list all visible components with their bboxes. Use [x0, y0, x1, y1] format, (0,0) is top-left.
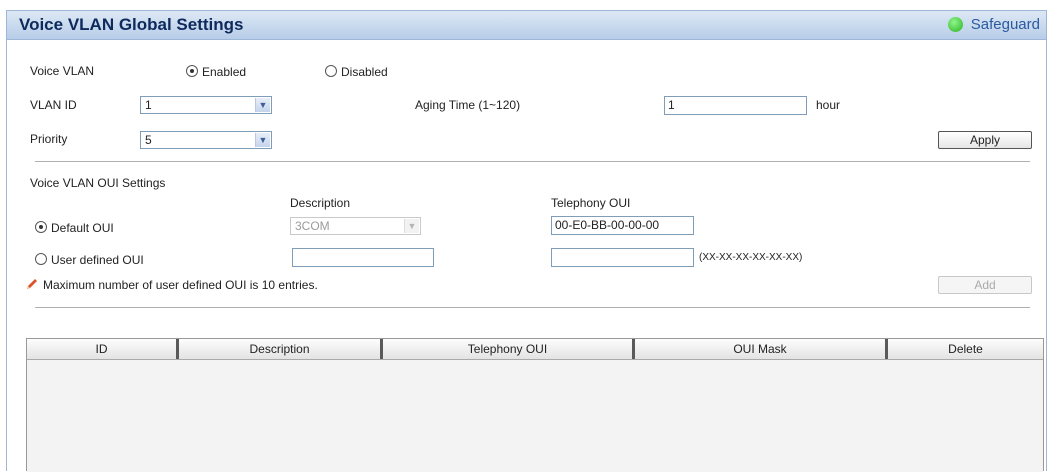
vlan-id-label: VLAN ID: [30, 98, 77, 112]
chevron-down-icon: ▼: [255, 98, 270, 112]
radio-unselected-icon: [35, 253, 47, 265]
table-body: [27, 360, 1043, 472]
oui-telephony-header: Telephony OUI: [551, 196, 631, 210]
default-description-value: 3COM: [295, 219, 330, 233]
aging-time-unit: hour: [816, 98, 841, 112]
priority-value: 5: [145, 133, 152, 147]
oui-section-label: Voice VLAN OUI Settings: [30, 176, 166, 190]
divider: [35, 161, 1030, 163]
table-header: ID Description Telephony OUI OUI Mask De…: [27, 339, 1043, 360]
voice-vlan-label: Voice VLAN: [30, 64, 95, 78]
default-oui-radio[interactable]: Default OUI: [35, 221, 114, 235]
oui-limit-note: Maximum number of user defined OUI is 10…: [43, 278, 318, 292]
user-defined-oui-label: User defined OUI: [51, 253, 144, 267]
oui-table: ID Description Telephony OUI OUI Mask De…: [26, 338, 1044, 472]
user-telephony-input[interactable]: [551, 248, 694, 267]
safeguard-label: Safeguard: [970, 16, 1040, 33]
safeguard-status-icon: [947, 17, 963, 32]
aging-time-value: 1: [668, 98, 675, 112]
enabled-label: Enabled: [202, 65, 247, 79]
voice-vlan-disabled-radio[interactable]: Disabled: [325, 65, 388, 79]
add-button[interactable]: Add: [938, 276, 1032, 294]
column-header-description: Description: [179, 339, 383, 359]
chevron-down-icon: ▼: [255, 133, 270, 147]
user-description-input[interactable]: [292, 248, 434, 267]
radio-selected-icon: [35, 221, 47, 233]
priority-select[interactable]: 5 ▼: [140, 131, 272, 149]
safeguard-indicator[interactable]: Safeguard: [947, 16, 1040, 33]
oui-format-hint: (XX-XX-XX-XX-XX-XX): [699, 252, 803, 263]
aging-time-label: Aging Time (1~120): [415, 98, 521, 112]
default-description-select: 3COM ▼: [290, 217, 421, 235]
page-header: Voice VLAN Global Settings Safeguard: [6, 10, 1047, 40]
voice-vlan-enabled-radio[interactable]: Enabled: [186, 65, 246, 79]
chevron-down-icon: ▼: [404, 219, 419, 233]
divider: [35, 307, 1030, 309]
disabled-label: Disabled: [341, 65, 388, 79]
user-defined-oui-radio[interactable]: User defined OUI: [35, 253, 144, 267]
default-telephony-input[interactable]: 00-E0-BB-00-00-00: [551, 216, 694, 235]
vlan-id-select[interactable]: 1 ▼: [140, 96, 272, 114]
aging-time-input[interactable]: 1: [664, 96, 807, 115]
radio-selected-icon: [186, 65, 198, 77]
vlan-id-value: 1: [145, 98, 152, 112]
default-telephony-value: 00-E0-BB-00-00-00: [555, 218, 660, 232]
column-header-delete: Delete: [948, 342, 983, 356]
priority-label: Priority: [30, 132, 68, 146]
page-title: Voice VLAN Global Settings: [19, 15, 244, 34]
column-header-id: ID: [27, 339, 179, 359]
column-header-telephony-oui: Telephony OUI: [383, 339, 635, 359]
radio-unselected-icon: [325, 65, 337, 77]
pencil-icon: [25, 278, 39, 293]
oui-description-header: Description: [290, 196, 351, 210]
default-oui-label: Default OUI: [51, 221, 114, 235]
apply-button[interactable]: Apply: [938, 131, 1032, 149]
column-header-oui-mask: OUI Mask: [635, 339, 888, 359]
